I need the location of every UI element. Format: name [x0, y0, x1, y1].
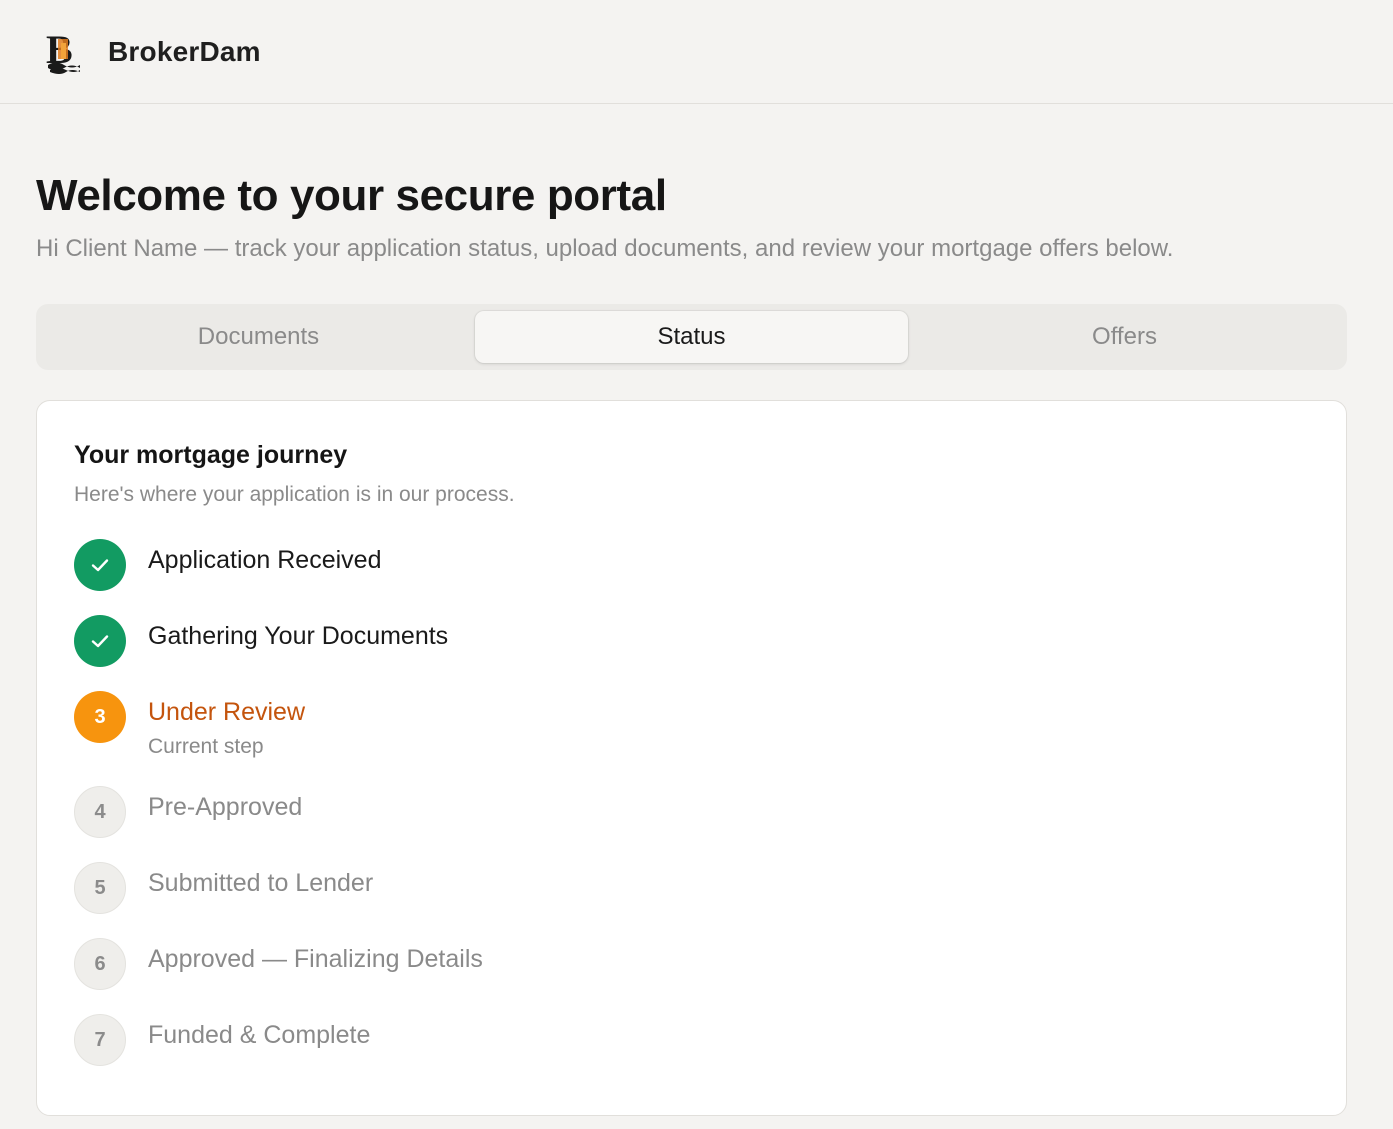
tab-status[interactable]: Status: [475, 311, 908, 363]
step-application-received: Application Received: [74, 539, 1309, 615]
step-label: Under Review: [148, 698, 306, 726]
tab-documents[interactable]: Documents: [42, 311, 475, 363]
step-number-badge: 7: [74, 1014, 126, 1066]
top-bar: B BrokerDam: [0, 0, 1393, 104]
step-label: Pre-Approved: [148, 793, 303, 821]
step-submitted-to-lender: 5 Submitted to Lender: [74, 862, 1309, 938]
step-pre-approved: 4 Pre-Approved: [74, 786, 1309, 862]
check-icon: [74, 615, 126, 667]
step-number-badge: 3: [74, 691, 126, 743]
step-under-review: 3 Under Review Current step: [74, 691, 1309, 786]
journey-steps: Application Received Gathering Your Docu…: [74, 539, 1309, 1090]
check-icon: [74, 539, 126, 591]
page-title: Welcome to your secure portal: [36, 171, 667, 220]
step-gathering-documents: Gathering Your Documents: [74, 615, 1309, 691]
journey-title: Your mortgage journey: [74, 441, 348, 469]
step-number-badge: 6: [74, 938, 126, 990]
tab-offers[interactable]: Offers: [908, 311, 1341, 363]
brokerdam-logo-icon[interactable]: B: [44, 29, 84, 75]
step-label: Funded & Complete: [148, 1021, 371, 1049]
step-label: Gathering Your Documents: [148, 622, 449, 650]
journey-card: Your mortgage journey Here's where your …: [36, 400, 1347, 1116]
tab-bar: Documents Status Offers: [36, 304, 1347, 370]
step-number-badge: 4: [74, 786, 126, 838]
step-label: Approved — Finalizing Details: [148, 945, 483, 973]
step-approved-finalizing: 6 Approved — Finalizing Details: [74, 938, 1309, 1014]
main-content: Welcome to your secure portal Hi Client …: [0, 170, 1393, 1116]
step-label: Submitted to Lender: [148, 869, 374, 897]
page-subtitle: Hi Client Name — track your application …: [36, 235, 1174, 262]
journey-subtitle: Here's where your application is in our …: [74, 483, 515, 506]
step-funded-complete: 7 Funded & Complete: [74, 1014, 1309, 1090]
step-label: Application Received: [148, 546, 382, 574]
step-number-badge: 5: [74, 862, 126, 914]
brand-name: BrokerDam: [108, 35, 261, 67]
current-step-note: Current step: [148, 735, 264, 758]
